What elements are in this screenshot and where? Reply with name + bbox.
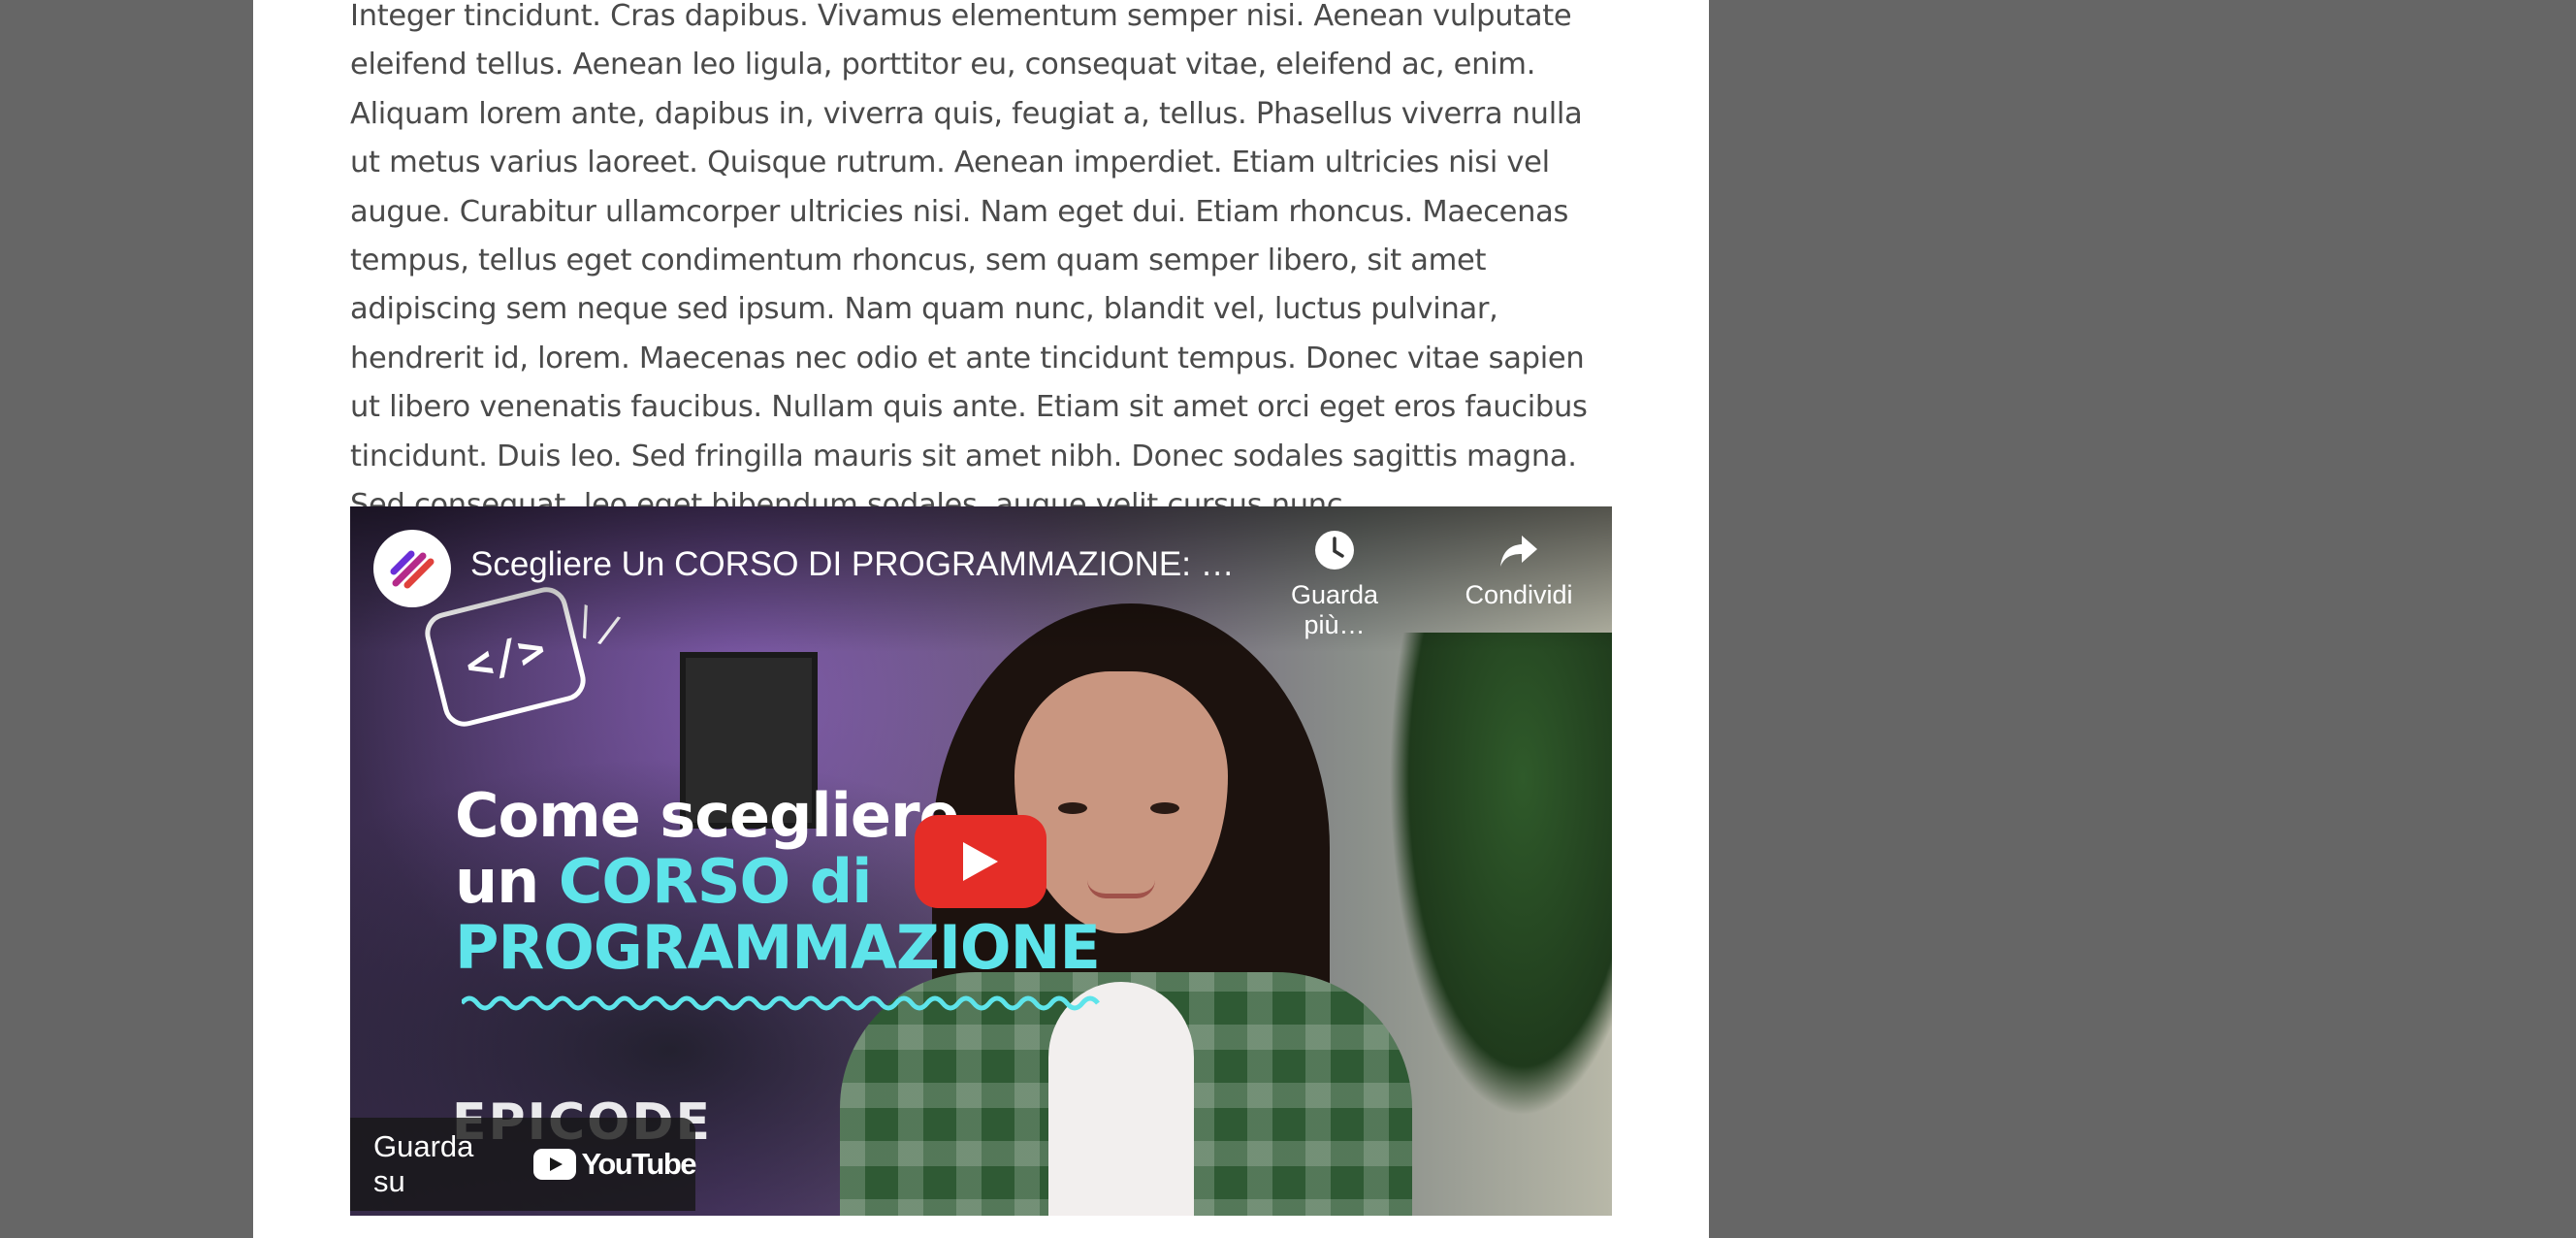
embedded-video[interactable]: </> \ / Come scegliere un CORSO di PROGR… (350, 506, 1612, 1216)
article-paragraph: Integer tincidunt. Cras dapibus. Vivamus… (350, 0, 1588, 523)
youtube-logo: YouTube (532, 1147, 697, 1182)
play-button[interactable] (915, 815, 1046, 908)
thumbnail-plant (1389, 633, 1612, 1118)
squiggle-underline (462, 995, 1100, 1011)
youtube-logo-icon (532, 1149, 576, 1180)
video-title[interactable]: Scegliere Un CORSO DI PROGRAMMAZIONE: 6 … (470, 545, 1246, 584)
play-icon (963, 842, 998, 881)
left-gutter (0, 0, 252, 1238)
watch-later-label: Guarda più… (1290, 580, 1379, 639)
youtube-label: YouTube (581, 1147, 697, 1181)
clock-icon (1315, 531, 1354, 570)
article-page: Integer tincidunt. Cras dapibus. Vivamus… (253, 0, 1709, 1238)
watch-on-youtube-link[interactable]: Guarda su YouTube (350, 1118, 697, 1211)
share-button[interactable]: Condividi (1451, 528, 1587, 610)
watch-later-button[interactable]: Guarda più… (1257, 528, 1412, 640)
right-gutter (1709, 0, 2576, 1238)
channel-avatar[interactable] (373, 530, 451, 607)
share-arrow-icon (1500, 536, 1537, 567)
share-label: Condividi (1465, 580, 1573, 609)
channel-logo-icon (390, 550, 435, 589)
watch-on-label: Guarda su (373, 1129, 474, 1198)
